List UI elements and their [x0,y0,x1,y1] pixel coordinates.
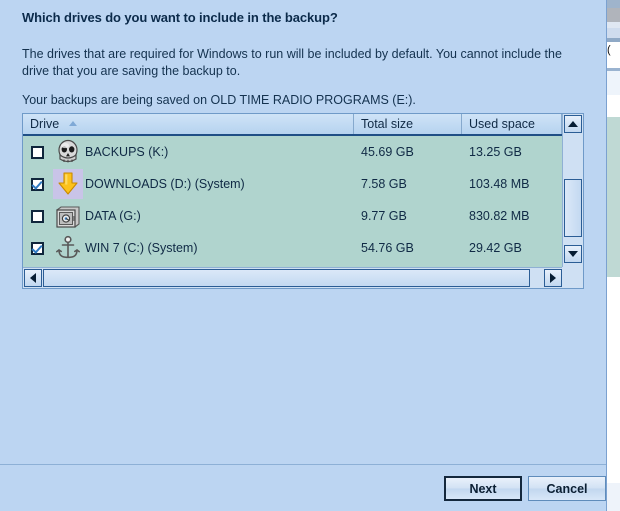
description-text: The drives that are required for Windows… [22,47,562,78]
page-title: Which drives do you want to include in t… [22,10,338,25]
scroll-right-button[interactable] [544,269,562,287]
drive-list[interactable]: Drive Total size Used space BACKUPS (K:)… [22,113,584,289]
bg-partial-glyph: ( [607,44,611,56]
down-arrow-icon [53,169,83,199]
triangle-up-icon [568,121,578,127]
drive-name: DATA (G:) [85,209,141,223]
triangle-right-icon [550,273,556,283]
drive-name: DOWNLOADS (D:) (System) [85,177,245,191]
table-row[interactable]: DATA (G:) 9.77 GB 830.82 MB [23,200,562,232]
backup-wizard-page: Which drives do you want to include in t… [0,0,607,511]
table-row[interactable]: DOWNLOADS (D:) (System) 7.58 GB 103.48 M… [23,168,562,200]
bg-strip [606,71,620,95]
next-button[interactable]: Next [444,476,522,501]
drive-total-size: 45.69 GB [361,145,414,159]
drive-total-size: 54.76 GB [361,241,414,255]
drive-name: WIN 7 (C:) (System) [85,241,198,255]
drive-total-size: 7.58 GB [361,177,407,191]
safe-icon [53,201,83,231]
bg-strip [606,95,620,117]
anchor-icon [53,233,83,263]
bg-strip [606,277,620,483]
drive-used-space: 103.48 MB [469,177,530,191]
column-header-total-size[interactable]: Total size [354,114,462,134]
horizontal-scrollbar-thumb[interactable] [43,269,530,287]
column-header-used-space-label: Used space [469,117,536,131]
drive-list-header: Drive Total size Used space [23,114,583,136]
row-checkbox[interactable] [31,145,44,159]
drive-used-space: 13.25 GB [469,145,522,159]
scroll-up-button[interactable] [564,115,582,133]
skull-icon [53,137,83,167]
bg-strip [606,117,620,277]
bg-strip [606,483,620,511]
bg-strip [606,28,620,38]
screen: ( Which drives do you want to include in… [0,0,620,511]
row-checkbox[interactable] [31,209,44,223]
column-header-drive[interactable]: Drive [23,114,354,134]
drive-total-size: 9.77 GB [361,209,407,223]
scroll-left-button[interactable] [24,269,42,287]
scroll-down-button[interactable] [564,245,582,263]
bg-strip [606,8,620,22]
column-header-drive-label: Drive [30,117,60,131]
table-row[interactable]: WIN 7 (C:) (System) 54.76 GB 29.42 GB [23,232,562,264]
row-checkbox[interactable] [31,241,44,255]
table-row[interactable]: BACKUPS (K:) 45.69 GB 13.25 GB [23,136,562,168]
vertical-scrollbar[interactable] [562,114,583,267]
triangle-left-icon [30,273,36,283]
drive-name: BACKUPS (K:) [85,145,169,159]
background-window-sliver[interactable]: ( [606,0,620,511]
sort-ascending-icon [68,121,77,127]
drive-used-space: 830.82 MB [469,209,530,223]
bg-strip [606,0,620,8]
footer-divider [0,464,606,465]
backup-destination-text: Your backups are being saved on OLD TIME… [22,93,416,107]
horizontal-scrollbar[interactable] [23,267,583,288]
column-header-total-size-label: Total size [361,117,414,131]
drive-used-space: 29.42 GB [469,241,522,255]
column-header-used-space[interactable]: Used space [462,114,562,134]
row-checkbox[interactable] [31,177,44,191]
drive-list-body: BACKUPS (K:) 45.69 GB 13.25 GB DOWNLOADS… [23,136,562,267]
cancel-button[interactable]: Cancel [528,476,606,501]
triangle-down-icon [568,251,578,257]
vertical-scrollbar-thumb[interactable] [564,179,582,237]
scrollbar-corner [562,267,583,288]
